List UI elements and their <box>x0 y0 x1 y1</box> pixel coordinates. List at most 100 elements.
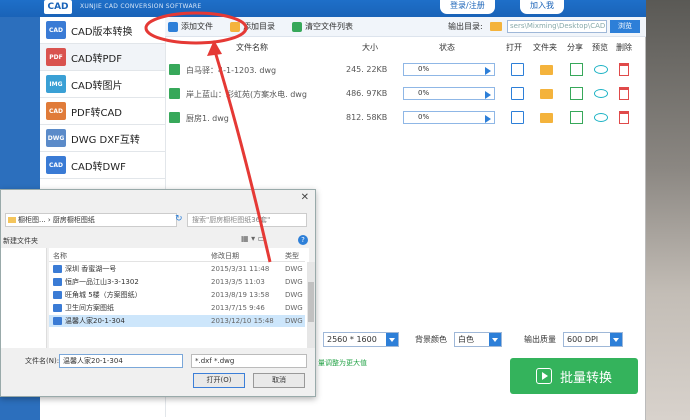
preview-eye-icon[interactable] <box>594 65 608 74</box>
cad-version-icon: CAD <box>46 21 66 39</box>
dwg-file-icon <box>53 265 62 273</box>
settings-hint: 量调整为更大值 <box>318 359 367 367</box>
join-button[interactable]: 加入我 <box>520 0 564 14</box>
login-button[interactable]: 登录/注册 <box>440 0 495 14</box>
play-icon[interactable] <box>485 67 491 75</box>
filetype-select[interactable]: *.dxf *.dwg <box>191 354 307 368</box>
filename-input[interactable]: 温馨人家20-1-304 <box>59 354 183 368</box>
file-name: 旺角城 5楼（方案图纸） <box>65 291 142 299</box>
view-options-icon[interactable]: ▦ ▾ ▭ <box>241 234 265 243</box>
menu-item-cad-to-pdf[interactable]: PDF CAD转PDF <box>40 44 165 71</box>
quality-select[interactable]: 600 DPI <box>563 332 623 347</box>
title-bar: CAD XUNJIE CAD CONVERSION SOFTWARE 登录/注册… <box>0 0 646 17</box>
refresh-icon[interactable]: ↻ <box>175 214 183 224</box>
file-table-header: 文件名称 大小 状态 打开 文件夹 分享 预览 删除 <box>166 37 646 57</box>
new-folder-button[interactable]: 新建文件夹 <box>3 236 38 246</box>
preview-eye-icon[interactable] <box>594 89 608 98</box>
batch-convert-label: 批量转换 <box>559 370 612 386</box>
open-folder-icon[interactable] <box>540 113 553 123</box>
menu-item-cad-version[interactable]: CAD CAD版本转换 <box>40 17 165 44</box>
output-dir-input[interactable]: sers\Mixming\Desktop\CAD <box>507 20 607 33</box>
add-file-icon <box>168 22 178 32</box>
clear-list-button[interactable]: 清空文件列表 <box>292 20 353 34</box>
dwg-file-icon <box>53 278 62 286</box>
file-name: 厨房1. dwg <box>186 114 229 123</box>
browse-button[interactable]: 浏览 <box>610 20 640 33</box>
menu-item-label: DWG DXF互转 <box>71 134 140 146</box>
preview-eye-icon[interactable] <box>594 113 608 122</box>
file-name: 白马驿：4-1-1203. dwg <box>186 66 277 75</box>
batch-convert-button[interactable]: 批量转换 <box>510 358 638 394</box>
chevron-down-icon <box>489 333 501 346</box>
bg-color-value: 白色 <box>458 335 474 344</box>
list-item[interactable]: 深圳 香蜜湖一号 2015/3/31 11:48 DWG <box>49 263 305 275</box>
menu-item-cad-to-dwf[interactable]: CAD CAD转DWF <box>40 152 165 179</box>
delete-trash-icon[interactable] <box>619 87 629 100</box>
scrollbar[interactable] <box>307 262 315 348</box>
menu-item-cad-to-image[interactable]: IMG CAD转图片 <box>40 71 165 98</box>
col-delete: 删除 <box>616 43 632 52</box>
open-file-icon[interactable] <box>511 87 524 100</box>
chevron-down-icon <box>386 333 398 346</box>
bg-color-label: 背景颜色 <box>415 335 447 344</box>
navigation-pane[interactable] <box>1 248 47 348</box>
search-input[interactable]: 搜索"厨房橱柜图纸36套" <box>187 213 307 227</box>
share-icon[interactable] <box>570 111 583 124</box>
open-file-icon[interactable] <box>511 63 524 76</box>
add-directory-label: 添加目录 <box>243 22 275 31</box>
help-icon[interactable]: ? <box>298 235 308 245</box>
play-icon[interactable] <box>485 91 491 99</box>
menu-item-label: CAD版本转换 <box>71 26 133 38</box>
list-item[interactable]: 恒庐一品江山3-3-1302 2013/3/5 11:03 DWG <box>49 276 305 288</box>
list-item[interactable]: 旺角城 5楼（方案图纸） 2013/8/19 13:58 DWG <box>49 289 305 301</box>
progress-bar: 0% <box>403 87 495 100</box>
col-date[interactable]: 修改日期 <box>211 251 239 261</box>
list-item[interactable]: 卫生间方案图纸 2013/7/15 9:46 DWG <box>49 302 305 314</box>
folder-icon <box>490 22 502 31</box>
play-icon[interactable] <box>485 115 491 123</box>
menu-item-pdf-to-cad[interactable]: CAD PDF转CAD <box>40 98 165 125</box>
close-icon[interactable]: ✕ <box>301 192 309 203</box>
col-status: 状态 <box>439 43 455 52</box>
list-item-selected[interactable]: 温馨人家20-1-304 2013/12/10 15:48 DWG <box>49 315 305 327</box>
col-name[interactable]: 名称 <box>53 251 67 261</box>
cancel-button[interactable]: 取消 <box>253 373 305 388</box>
quality-label: 输出质量 <box>524 335 556 344</box>
file-name: 深圳 香蜜湖一号 <box>65 265 117 273</box>
breadcrumb[interactable]: 橱柜图... › 厨房橱柜图纸 <box>5 213 177 227</box>
share-icon[interactable] <box>570 63 583 76</box>
dwg-file-icon <box>169 64 180 75</box>
col-preview: 预览 <box>592 43 608 52</box>
open-file-icon[interactable] <box>511 111 524 124</box>
file-name: 卫生间方案图纸 <box>65 304 114 312</box>
resolution-value: 2560 * 1600 <box>327 335 377 344</box>
menu-item-label: PDF转CAD <box>71 107 123 119</box>
file-date: 2013/8/19 13:58 <box>211 291 270 299</box>
open-folder-icon[interactable] <box>540 65 553 75</box>
dwg-icon: DWG <box>46 129 66 147</box>
add-directory-button[interactable]: 添加目录 <box>230 20 275 34</box>
app-subtitle: XUNJIE CAD CONVERSION SOFTWARE <box>80 3 202 10</box>
delete-trash-icon[interactable] <box>619 63 629 76</box>
add-folder-icon <box>230 22 240 32</box>
menu-item-dwg-dxf[interactable]: DWG DWG DXF互转 <box>40 125 165 152</box>
resolution-select[interactable]: 2560 * 1600 <box>323 332 399 347</box>
file-type: DWG <box>285 278 303 286</box>
bg-color-select[interactable]: 白色 <box>454 332 502 347</box>
share-icon[interactable] <box>570 87 583 100</box>
image-icon: IMG <box>46 75 66 93</box>
file-date: 2013/7/15 9:46 <box>211 304 265 312</box>
quality-value: 600 DPI <box>567 335 599 344</box>
open-folder-icon[interactable] <box>540 89 553 99</box>
file-type: DWG <box>285 317 303 325</box>
menu-item-label: CAD转图片 <box>71 80 123 92</box>
file-date: 2015/3/31 11:48 <box>211 265 270 273</box>
clear-list-icon <box>292 22 302 32</box>
file-type: DWG <box>285 291 303 299</box>
table-row: 白马驿：4-1-1203. dwg 245. 22KB 0% <box>166 58 646 82</box>
open-button[interactable]: 打开(O) <box>193 373 245 388</box>
delete-trash-icon[interactable] <box>619 111 629 124</box>
add-file-button[interactable]: 添加文件 <box>168 20 213 34</box>
col-type[interactable]: 类型 <box>285 251 299 261</box>
progress-bar: 0% <box>403 63 495 76</box>
